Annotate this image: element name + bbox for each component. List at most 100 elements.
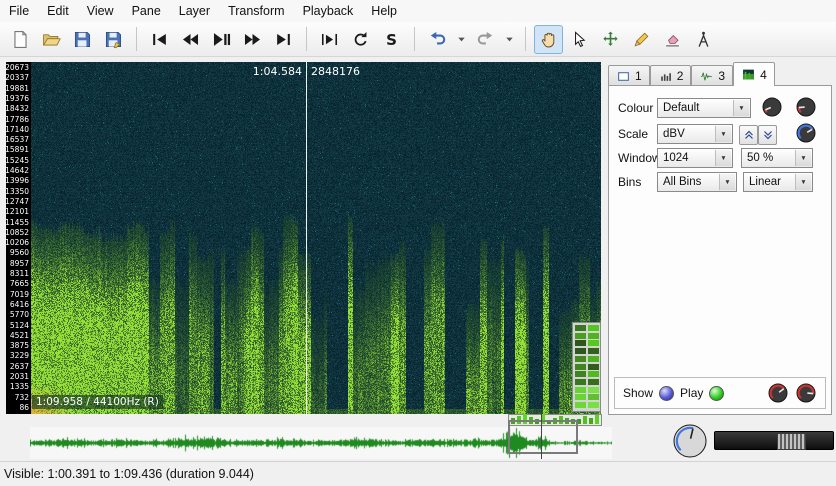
freq-tick-label: 16537: [5, 135, 29, 144]
play-led-button[interactable]: [709, 386, 724, 401]
menu-help[interactable]: Help: [362, 1, 406, 21]
chevron-down-icon: [456, 34, 467, 45]
chevron-down-icon: ▼: [715, 126, 731, 142]
playback-pan-knob[interactable]: [795, 382, 817, 404]
menu-transform[interactable]: Transform: [219, 1, 294, 21]
play-selection-button[interactable]: [315, 25, 344, 54]
tab-4[interactable]: 4: [733, 62, 775, 86]
freq-tick-label: 12101: [5, 207, 29, 216]
playback-speed-fader[interactable]: [714, 431, 834, 450]
bins-scale-select[interactable]: Linear ▼: [743, 172, 813, 192]
play-label: Play: [680, 386, 703, 400]
tab-2[interactable]: 2: [650, 65, 692, 86]
new-file-button[interactable]: [6, 25, 35, 54]
freq-tick-label: 19881: [5, 84, 29, 93]
open-file-button[interactable]: [37, 25, 66, 54]
freq-tick-label: 8311: [10, 269, 29, 278]
fader-handle[interactable]: [777, 433, 806, 450]
undo-icon: [428, 30, 447, 49]
skip-end-button[interactable]: [269, 25, 298, 54]
freq-tick-label: 5770: [10, 310, 29, 319]
rewind-start-button[interactable]: [145, 25, 174, 54]
freq-tick-label: 7019: [10, 290, 29, 299]
normalize-visible-button[interactable]: [758, 125, 777, 145]
erase-icon: [663, 30, 682, 49]
undo-dropdown-button[interactable]: [454, 25, 469, 54]
bins-label: Bins: [618, 172, 641, 192]
menu-pane[interactable]: Pane: [123, 1, 170, 21]
pane-icon: [616, 70, 631, 83]
window-overlap-select[interactable]: 50 % ▼: [741, 148, 813, 168]
normalize-columns-button[interactable]: [739, 125, 758, 145]
fast-forward-icon: [243, 30, 262, 49]
save-button[interactable]: [68, 25, 97, 54]
freq-tick-label: 13996: [5, 176, 29, 185]
save-as-icon: [104, 30, 123, 49]
menu-edit[interactable]: Edit: [38, 1, 78, 21]
draw-button[interactable]: [627, 25, 656, 54]
menu-playback[interactable]: Playback: [294, 1, 363, 21]
gain-knob[interactable]: [795, 96, 817, 118]
scale-select[interactable]: dBV ▼: [657, 124, 733, 144]
solo-button[interactable]: S: [377, 25, 406, 54]
freq-tick-label: 11455: [5, 218, 29, 227]
loop-button[interactable]: [346, 25, 375, 54]
colour-value: Default: [663, 102, 699, 114]
fast-forward-button[interactable]: [238, 25, 267, 54]
select-icon: [570, 30, 589, 49]
edit-button[interactable]: [596, 25, 625, 54]
bins-select[interactable]: All Bins ▼: [657, 172, 737, 192]
navigate-button[interactable]: [534, 25, 563, 54]
freq-tick-label: 2637: [10, 362, 29, 371]
overview-visible-region[interactable]: [508, 420, 578, 454]
rewind-start-icon: [150, 30, 169, 49]
menu-view[interactable]: View: [78, 1, 123, 21]
spectrogram-pane[interactable]: [31, 62, 601, 414]
freq-tick-label: 10206: [5, 238, 29, 247]
erase-button[interactable]: [658, 25, 687, 54]
measure-button[interactable]: [689, 25, 718, 54]
freq-tick-label: 15245: [5, 156, 29, 165]
level-meter-vertical: [572, 322, 601, 412]
main-gain-knob[interactable]: [672, 423, 708, 459]
scale-value: dBV: [663, 128, 685, 140]
rewind-button[interactable]: [176, 25, 205, 54]
chevron-down-icon: ▼: [719, 174, 735, 190]
rewind-icon: [181, 30, 200, 49]
colour-select[interactable]: Default ▼: [657, 98, 751, 118]
tab-label: 1: [635, 69, 642, 83]
show-led-button[interactable]: [659, 386, 674, 401]
tab-3[interactable]: 3: [691, 65, 733, 86]
freq-tick-label: 20673: [5, 63, 29, 72]
redo-dropdown-button[interactable]: [502, 25, 517, 54]
visible-range-text: Visible: 1:00.391 to 1:09.436 (duration …: [4, 467, 254, 481]
play-pause-button[interactable]: [207, 25, 236, 54]
colour-label: Colour: [618, 98, 653, 118]
menu-file[interactable]: File: [0, 1, 38, 21]
menu-layer[interactable]: Layer: [170, 1, 219, 21]
tab-1[interactable]: 1: [608, 65, 650, 86]
tab-label: 4: [760, 68, 767, 82]
pane-tabs: 12 3 4: [608, 62, 834, 85]
layer-footer: Show Play: [614, 377, 826, 409]
waveform-icon: [699, 70, 714, 83]
undo-button[interactable]: [423, 25, 452, 54]
tab-label: 3: [718, 69, 725, 83]
freq-tick-label: 5124: [10, 321, 29, 330]
freq-tick-label: 10852: [5, 228, 29, 237]
threshold-knob[interactable]: [795, 122, 817, 144]
window-size-select[interactable]: 1024 ▼: [657, 148, 733, 168]
freq-tick-label: 9560: [10, 248, 29, 257]
colour-rotate-knob[interactable]: [761, 96, 783, 118]
chevron-down-icon: ▼: [795, 150, 811, 166]
save-as-button[interactable]: [99, 25, 128, 54]
playback-gain-knob[interactable]: [767, 382, 789, 404]
save-icon: [73, 30, 92, 49]
redo-button[interactable]: [471, 25, 500, 54]
freq-tick-label: 18432: [5, 104, 29, 113]
freq-tick-label: 17140: [5, 125, 29, 134]
frequency-scale: 2067320337198811937618432177861714016537…: [6, 62, 31, 414]
open-file-icon: [42, 30, 61, 49]
select-button[interactable]: [565, 25, 594, 54]
freq-tick-label: 3229: [10, 351, 29, 360]
